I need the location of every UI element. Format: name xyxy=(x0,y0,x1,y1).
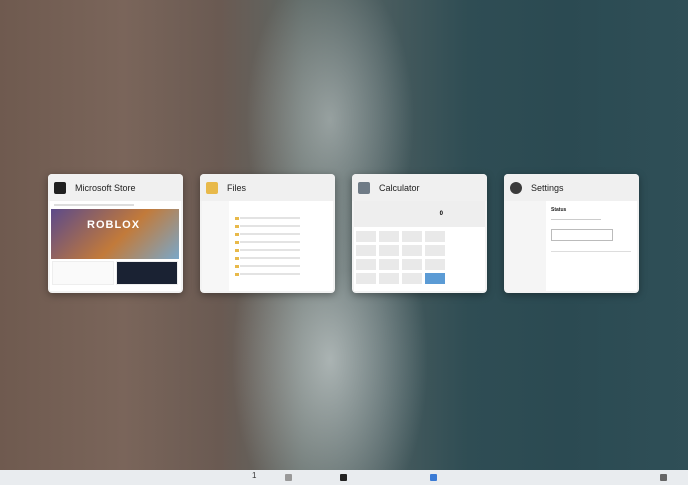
window-title: Calculator xyxy=(379,182,420,193)
task-view-window-files[interactable]: Files xyxy=(200,174,335,293)
task-view-window-store[interactable]: Microsoft Store ROBLOX xyxy=(48,174,183,293)
window-header: Files xyxy=(200,174,335,201)
task-view-window-calculator[interactable]: Calculator 0 xyxy=(352,174,487,293)
tray-icon[interactable] xyxy=(660,474,667,481)
calculator-display: 0 xyxy=(439,211,443,217)
window-title: Files xyxy=(227,182,247,193)
window-thumbnail xyxy=(202,201,333,291)
task-view-icon[interactable] xyxy=(285,474,292,481)
app-icon[interactable] xyxy=(430,474,437,481)
gear-icon xyxy=(510,181,522,194)
window-header: Calculator xyxy=(352,174,487,201)
featured-banner: ROBLOX xyxy=(51,209,179,259)
app-icon[interactable] xyxy=(340,474,347,481)
folder-icon xyxy=(206,181,218,194)
settings-heading: Status xyxy=(551,207,567,213)
calculator-icon xyxy=(358,181,370,194)
task-view-window-settings[interactable]: Settings Status xyxy=(504,174,639,293)
window-title: Microsoft Store xyxy=(75,182,136,193)
window-title: Settings xyxy=(531,182,564,193)
window-thumbnail: Status xyxy=(506,201,637,291)
banner-title: ROBLOX xyxy=(87,219,141,231)
store-icon xyxy=(54,181,66,194)
taskbar: 1 xyxy=(0,470,688,485)
window-header: Settings xyxy=(504,174,639,201)
notification-badge: 1 xyxy=(252,471,257,480)
window-header: Microsoft Store xyxy=(48,174,183,201)
window-thumbnail: ROBLOX xyxy=(50,201,181,291)
window-thumbnail: 0 xyxy=(354,201,485,291)
